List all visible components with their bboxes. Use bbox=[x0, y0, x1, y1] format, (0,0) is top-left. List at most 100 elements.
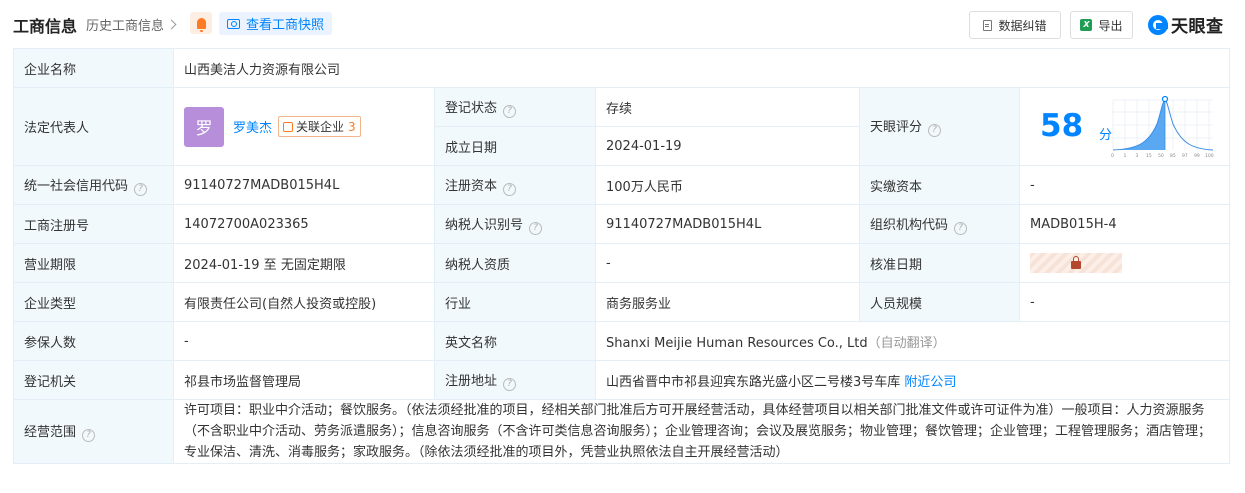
chevron-right-icon bbox=[166, 19, 177, 30]
axis-tick: 15 bbox=[1146, 153, 1152, 159]
axis-tick: 85 bbox=[1170, 153, 1176, 159]
authority-label: 登记机关 bbox=[13, 360, 174, 400]
company-name-value: 山西美洁人力资源有限公司 bbox=[172, 48, 1231, 88]
type-label: 企业类型 bbox=[13, 282, 174, 322]
monitor-button[interactable] bbox=[190, 12, 212, 34]
table-row: 企业类型 有限责任公司(自然人投资或控股) 行业 商务服务业 人员规模 - bbox=[13, 282, 1231, 322]
score-label: 天眼评分? bbox=[859, 87, 1020, 166]
axis-tick: 99 bbox=[1194, 153, 1200, 159]
chart-marker-point bbox=[1161, 95, 1169, 103]
tax-id-value: 91140727MADB015H4L bbox=[595, 204, 860, 244]
english-name-value: Shanxi Meijie Human Resources Co., Ltd bbox=[606, 335, 868, 351]
axis-tick: 0 bbox=[1111, 153, 1114, 159]
help-icon[interactable]: ? bbox=[928, 124, 942, 137]
table-row: 营业期限 2024-01-19 至 无固定期限 纳税人资质 - 核准日期 bbox=[13, 243, 1231, 283]
correct-data-button[interactable]: 数据纠错 bbox=[969, 11, 1061, 39]
lock-icon bbox=[1071, 255, 1081, 269]
insured-label: 参保人数 bbox=[13, 321, 174, 361]
table-row: 参保人数 - 英文名称 Shanxi Meijie Human Resource… bbox=[13, 321, 1231, 361]
address-label: 注册地址? bbox=[434, 360, 596, 400]
address-value: 山西省晋中市祁县迎宾东路光盛小区二号楼3号车库 bbox=[606, 374, 901, 390]
axis-tick: 100 bbox=[1205, 153, 1214, 159]
excel-icon: X bbox=[1080, 19, 1093, 31]
related-companies-badge[interactable]: 关联企业 3 bbox=[278, 116, 361, 137]
legal-rep-name-link[interactable]: 罗美杰 bbox=[233, 117, 272, 136]
score-label-text: 天眼评分 bbox=[870, 120, 923, 135]
reg-status-label-text: 登记状态 bbox=[445, 100, 498, 116]
tianyancha-logo: 天眼查 bbox=[1148, 12, 1224, 37]
axis-tick: 3 bbox=[1136, 153, 1139, 159]
network-icon bbox=[283, 121, 294, 132]
help-icon[interactable]: ? bbox=[134, 182, 148, 196]
reg-status-label: 登记状态? bbox=[434, 87, 596, 127]
paid-capital-label: 实缴资本 bbox=[859, 165, 1020, 205]
term-value: 2024-01-19 至 无固定期限 bbox=[173, 243, 435, 283]
credit-code-value: 91140727MADB015H4L bbox=[173, 165, 435, 205]
chart-axis-labels: 0 1 3 15 50 85 97 99 100 bbox=[1111, 153, 1214, 159]
staff-label: 人员规模 bbox=[859, 282, 1020, 322]
export-label: 导出 bbox=[1098, 18, 1123, 33]
correct-label: 数据纠错 bbox=[998, 18, 1047, 33]
staff-value: - bbox=[1018, 282, 1231, 322]
type-value: 有限责任公司(自然人投资或控股) bbox=[173, 282, 435, 322]
table-row: 统一社会信用代码? 91140727MADB015H4L 注册资本? 100万人… bbox=[13, 165, 1231, 205]
history-link[interactable]: 历史工商信息 bbox=[86, 15, 177, 34]
scope-label: 经营范围? bbox=[13, 399, 174, 464]
scope-value: 许可项目：职业中介活动；餐饮服务。（依法须经批准的项目，经相关部门批准后方可开展… bbox=[172, 399, 1231, 464]
company-name-label: 企业名称 bbox=[13, 48, 174, 88]
help-icon[interactable]: ? bbox=[82, 429, 96, 442]
tax-id-label-text: 纳税人识别号 bbox=[445, 217, 524, 233]
insured-value: - bbox=[173, 321, 435, 361]
bell-icon bbox=[196, 17, 206, 32]
reg-no-label: 工商注册号 bbox=[13, 204, 174, 244]
english-name-label: 英文名称 bbox=[434, 321, 596, 361]
score-cell[interactable]: 58 分 0 1 3 15 50 85 97 99 100 bbox=[1018, 87, 1231, 166]
help-icon[interactable]: ? bbox=[954, 221, 968, 235]
reg-capital-label-text: 注册资本 bbox=[445, 178, 498, 194]
avatar[interactable]: 罗 bbox=[184, 106, 224, 147]
axis-tick: 1 bbox=[1124, 153, 1127, 159]
credit-code-label-text: 统一社会信用代码 bbox=[24, 178, 129, 194]
legal-rep-label: 法定代表人 bbox=[13, 87, 174, 166]
english-name-cell: Shanxi Meijie Human Resources Co., Ltd（自… bbox=[594, 321, 1231, 361]
nearby-companies-link[interactable]: 附近公司 bbox=[904, 375, 956, 390]
legal-rep-cell: 罗 罗美杰 关联企业 3 bbox=[173, 87, 435, 166]
history-link-label: 历史工商信息 bbox=[86, 19, 165, 34]
approve-date-cell bbox=[1018, 243, 1231, 283]
axis-tick: 97 bbox=[1182, 153, 1188, 159]
table-row: 经营范围? 许可项目：职业中介活动；餐饮服务。（依法须经批准的项目，经相关部门批… bbox=[13, 399, 1231, 464]
auto-translate-note: （自动翻译） bbox=[867, 335, 946, 351]
org-code-label: 组织机构代码? bbox=[859, 204, 1020, 244]
industry-label: 行业 bbox=[434, 282, 596, 322]
scope-label-text: 经营范围 bbox=[24, 425, 77, 440]
related-count: 3 bbox=[348, 119, 356, 134]
help-icon[interactable]: ? bbox=[503, 182, 517, 196]
approve-date-label: 核准日期 bbox=[859, 243, 1020, 283]
reg-capital-label: 注册资本? bbox=[434, 165, 596, 205]
address-label-text: 注册地址 bbox=[445, 373, 498, 389]
export-button[interactable]: X 导出 bbox=[1070, 11, 1133, 39]
tax-id-label: 纳税人识别号? bbox=[434, 204, 596, 244]
business-info-table: 企业名称 山西美洁人力资源有限公司 法定代表人 罗 罗美杰 关联企业 3 登记状态… bbox=[13, 48, 1231, 464]
reg-no-value: 14072700A023365 bbox=[173, 204, 435, 244]
score-value: 58 bbox=[1040, 108, 1084, 144]
org-code-label-text: 组织机构代码 bbox=[870, 217, 949, 233]
table-row: 工商注册号 14072700A023365 纳税人识别号? 91140727MA… bbox=[13, 204, 1231, 244]
table-row: 法定代表人 罗 罗美杰 关联企业 3 登记状态? 存续 天眼评分? 58 分 0… bbox=[13, 87, 1231, 166]
reg-capital-value: 100万人民币 bbox=[595, 165, 860, 205]
table-row: 企业名称 山西美洁人力资源有限公司 bbox=[13, 48, 1231, 88]
help-icon[interactable]: ? bbox=[503, 104, 517, 118]
logo-mark-icon bbox=[1148, 14, 1168, 35]
taxpayer-value: - bbox=[595, 243, 860, 283]
help-icon[interactable]: ? bbox=[529, 221, 543, 235]
logo-text: 天眼查 bbox=[1171, 17, 1224, 37]
authority-value: 祁县市场监督管理局 bbox=[173, 360, 435, 400]
founded-value: 2024-01-19 bbox=[595, 126, 860, 166]
locked-value[interactable] bbox=[1030, 253, 1122, 273]
snapshot-button[interactable]: 查看工商快照 bbox=[219, 12, 333, 35]
help-icon[interactable]: ? bbox=[503, 377, 517, 391]
document-icon bbox=[983, 19, 993, 31]
founded-label: 成立日期 bbox=[434, 126, 596, 166]
paid-capital-value: - bbox=[1018, 165, 1231, 205]
axis-tick: 50 bbox=[1158, 153, 1164, 159]
